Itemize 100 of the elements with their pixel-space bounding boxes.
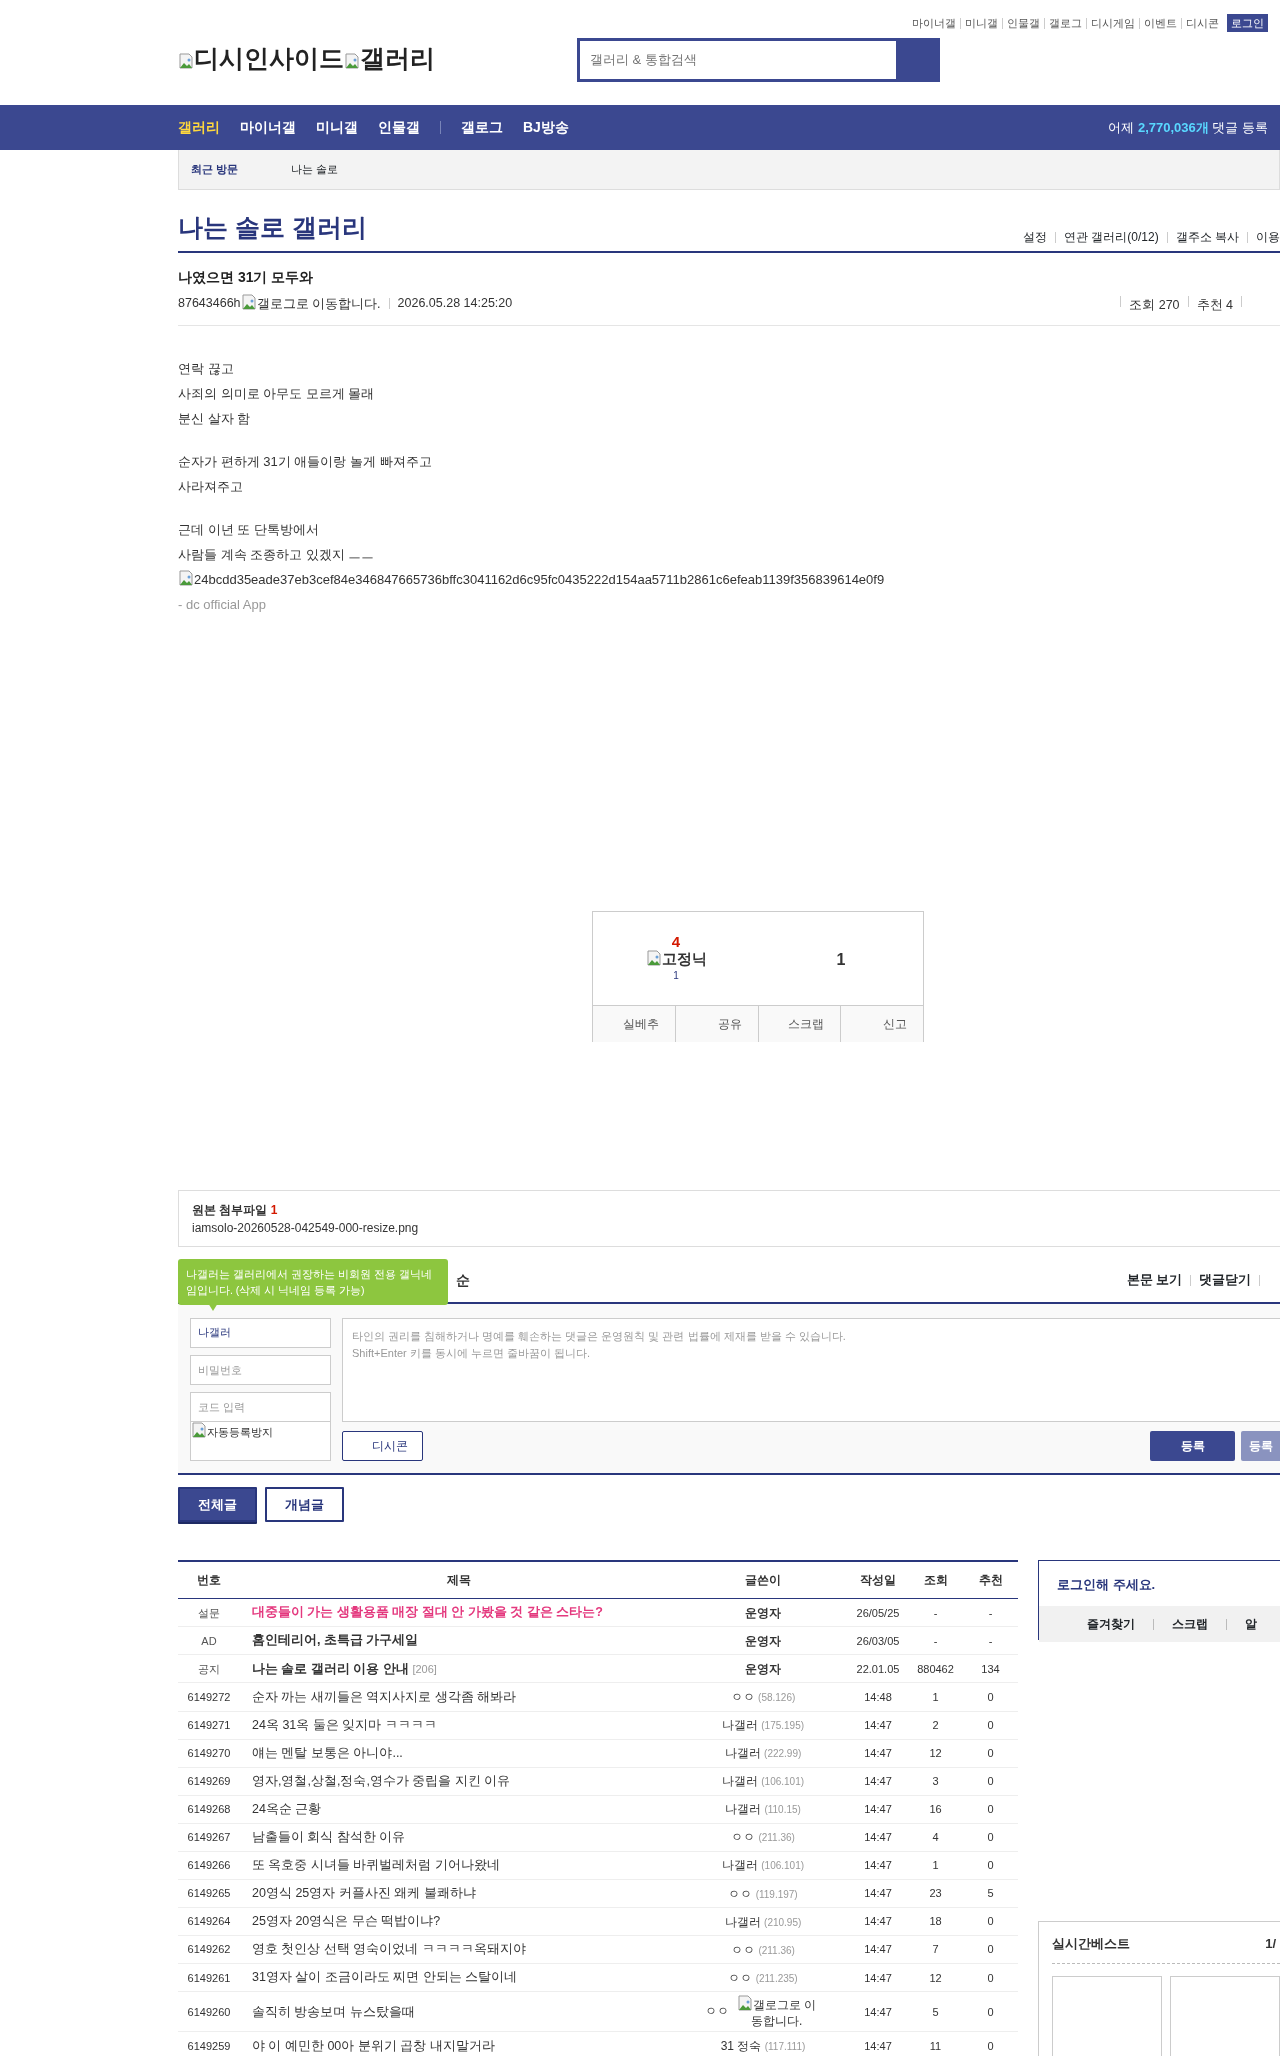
best-title: 실시간베스트 (1052, 1934, 1130, 1953)
writer-cell: 나갤러 (175.195) (678, 1711, 848, 1740)
top-link[interactable]: 마이너갤 (912, 14, 956, 32)
code-field[interactable]: 코드 입력 (190, 1391, 331, 1422)
vote-action-button[interactable]: 스크랩 (758, 1005, 842, 1042)
nav-link[interactable]: 마이너갤 (240, 117, 296, 138)
attachment-label: 원본 첨부파일 1 (192, 1201, 279, 1219)
body-line: 사죄의 의미로 아무도 모르게 몰래 (178, 384, 376, 403)
post-title-link[interactable]: 24옥순 근황 (240, 1795, 678, 1824)
writer-cell: 운영자 (678, 1626, 848, 1655)
post-title-link[interactable]: 영자,영철,상철,정숙,영수가 중립을 지킨 이유 (240, 1767, 678, 1796)
fixed-nick-count: 1 (673, 968, 679, 983)
nav-link[interactable]: 미니갤 (316, 117, 358, 138)
thumbnail-frame[interactable] (1170, 1976, 1280, 2056)
logo-alt-text[interactable]: 디시인사이드 (178, 40, 344, 78)
table-cell: 14:47 (848, 1795, 908, 1824)
table-cell: 6149259 (178, 2031, 240, 2056)
tooltip: 나갤러는 갤러리에서 권장하는 비회원 전용 갤닉네임입니다. (삭제 시 닉네임 등록 가능) (178, 1258, 448, 1305)
table-cell: 0 (963, 1795, 1018, 1824)
password-field[interactable]: 비밀번호 (190, 1354, 331, 1385)
table-cell: 26/03/05 (848, 1626, 908, 1655)
thumbnail-frame[interactable] (1052, 1976, 1162, 2056)
post-title-link[interactable]: 얘는 멘탈 보통은 아니야... (240, 1739, 678, 1768)
post-title-link[interactable]: 20영식 25영자 커플사진 왜케 불쾌하냐 (240, 1879, 678, 1908)
comment-link[interactable]: 댓글닫기 (1199, 1272, 1251, 1287)
column-header: 번호 (178, 1560, 240, 1599)
table-cell: 14:47 (848, 1991, 908, 2032)
top-link[interactable]: 갤로그 (1049, 14, 1082, 32)
list-tab[interactable]: 전체글 (178, 1486, 257, 1522)
table-cell: 14:47 (848, 1879, 908, 1908)
dccon-button[interactable]: 디시콘 (342, 1430, 423, 1461)
broken-image-icon (645, 949, 662, 966)
table-cell: 14:47 (848, 1935, 908, 1964)
submit-button[interactable]: 등록 (1150, 1430, 1235, 1461)
post-title-link[interactable]: 25영자 20영식은 무슨 떡밥이냐? (240, 1907, 678, 1936)
table-cell: 0 (963, 1851, 1018, 1880)
table-cell: 5 (963, 1879, 1018, 1908)
post-title-link[interactable]: 영호 첫인상 선택 영숙이었네 ㅋㅋㅋㅋ옥돼지야 (240, 1935, 678, 1964)
table-cell: - (908, 1598, 963, 1627)
post-title-link[interactable]: 24옥 31옥 둘은 잊지마 ㅋㅋㅋㅋ (240, 1711, 678, 1740)
attachment-file-link[interactable]: iamsolo-20260528-042549-000-resize.png (192, 1218, 1267, 1237)
body-line: 근데 이년 또 단톡방에서 (178, 520, 320, 539)
top-link[interactable]: 디시콘 (1186, 14, 1219, 32)
post-title-link[interactable]: 31영자 살이 조금이라도 찌면 안되는 스탈이네 (240, 1963, 678, 1992)
captcha-alt-text: 자동등록방지 (191, 1421, 273, 1441)
vote-action-button[interactable]: 공유 (675, 1005, 759, 1042)
writer-cell: 나갤러 (106.101) (678, 1767, 848, 1796)
gallery-title[interactable]: 나는 솔로 갤러리 (178, 212, 367, 242)
gallery-link[interactable]: 이용 (1256, 230, 1280, 244)
top-link[interactable]: 인물갤 (1007, 14, 1040, 32)
top-link[interactable]: 이벤트 (1144, 14, 1177, 32)
comment-link[interactable]: 본문 보기 (1126, 1272, 1182, 1287)
column-header: 추천 (963, 1560, 1018, 1599)
search-button[interactable] (896, 38, 940, 82)
writer-cell: ㅇㅇ (211.36) (678, 1823, 848, 1852)
vote-action-button[interactable]: 신고 (841, 1005, 923, 1042)
post-title-link[interactable]: 남출들이 회식 참석한 이유 (240, 1823, 678, 1852)
top-link[interactable]: 디시게임 (1091, 14, 1135, 32)
panel-link[interactable]: 알 (1245, 1615, 1257, 1634)
author-badge-alt[interactable]: 갤로그로 이동합니다. (240, 293, 381, 314)
table-cell: 0 (963, 1683, 1018, 1712)
table-cell: 23 (908, 1879, 963, 1908)
nav-link[interactable]: 갤로그 (461, 117, 503, 138)
top-link[interactable]: 미니갤 (965, 14, 998, 32)
search-field[interactable]: 갤러리 & 통합검색 (577, 38, 896, 82)
gallery-link[interactable]: 설정 (1022, 230, 1047, 244)
nav-link[interactable]: BJ방송 (523, 117, 569, 138)
nav-link[interactable]: 갤러리 (178, 117, 220, 138)
table-cell: 0 (963, 1823, 1018, 1852)
author-name[interactable]: 87643466h (178, 294, 241, 313)
table-cell: 880462 (908, 1654, 963, 1683)
writer-cell: ㅇㅇ 갤로그로 이동합니다. (678, 1991, 848, 2032)
post-date: 2026.05.28 14:25:20 (397, 295, 513, 312)
writer-cell: 운영자 (678, 1654, 848, 1683)
panel-link[interactable]: 스크랩 (1172, 1615, 1208, 1634)
panel-link[interactable]: 즐겨찾기 (1087, 1615, 1135, 1634)
view-count: 조회 270 (1129, 297, 1180, 314)
table-cell: 12 (908, 1963, 963, 1992)
table-cell: 6149265 (178, 1879, 240, 1908)
post-title-link[interactable]: 홈인테리어, 초특급 가구세일 (240, 1626, 678, 1655)
post-title-link[interactable]: 솔직히 방송보며 뉴스탔을때 (240, 1991, 678, 2032)
vote-action-button[interactable]: 실베추 (593, 1005, 676, 1042)
table-cell: 0 (963, 1991, 1018, 2032)
list-tab[interactable]: 개념글 (265, 1486, 344, 1522)
logo-alt-text[interactable]: 갤러리 (344, 40, 435, 78)
post-title-link[interactable]: 순자 까는 새끼들은 역지사지로 생각좀 해봐라 (240, 1683, 678, 1712)
table-cell: 16 (908, 1795, 963, 1824)
login-button[interactable]: 로그인 (1227, 13, 1268, 33)
nav-link[interactable]: 인물갤 (378, 117, 420, 138)
post-title-link[interactable]: 대중들이 가는 생활용품 매장 절대 안 가봤을 것 같은 스타는? (240, 1598, 678, 1627)
comment-field[interactable]: 타인의 권리를 침해하거나 명예를 훼손하는 댓글은 운영원칙 및 관련 법률에 제재를 받을 수 있습니다. Shift+Enter 키를 동시에 누르면 줄바꿈이 됩니다. (342, 1317, 1280, 1422)
recent-link[interactable]: 나는 솔로 (291, 161, 339, 178)
nickname-field[interactable]: 나갤러 (190, 1317, 331, 1348)
post-title-link[interactable]: 나는 솔로 갤러리 이용 안내 [206] (240, 1654, 678, 1683)
gallery-link[interactable]: 갤주소 복사 (1175, 230, 1239, 244)
gallery-link[interactable]: 연관 갤러리(0/12) (1063, 230, 1159, 244)
table-cell: 설문 (178, 1598, 240, 1627)
post-title-link[interactable]: 야 이 예민한 00아 분위기 곱창 내지말거라 (240, 2031, 678, 2056)
body-line: 분신 살자 함 (178, 409, 252, 428)
post-title-link[interactable]: 또 옥호중 시녀들 바퀴벌레처럼 기어나왔네 (240, 1851, 678, 1880)
